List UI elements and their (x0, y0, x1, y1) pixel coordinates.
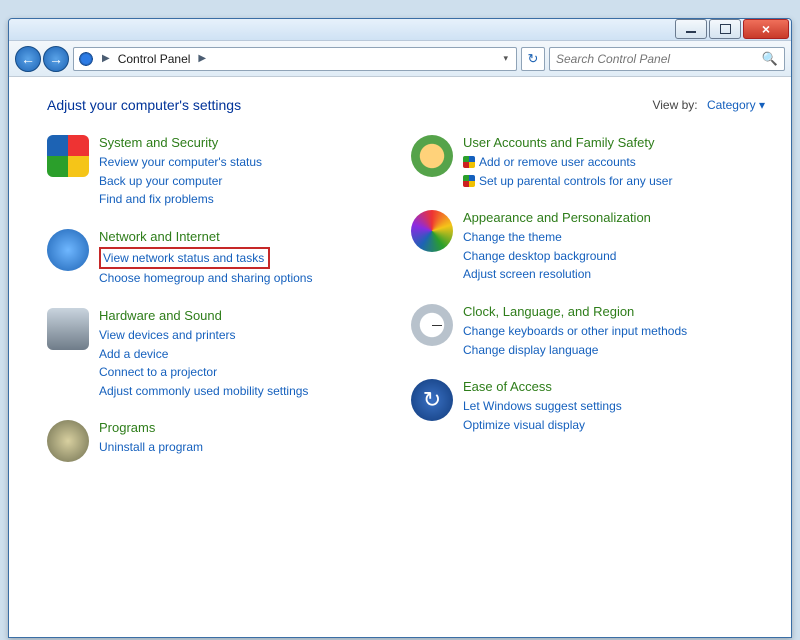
category-clock-language-and-region: Clock, Language, and Region Change keyboa… (411, 304, 765, 359)
close-button[interactable] (743, 19, 789, 39)
address-dropdown[interactable]: ▾ (499, 53, 512, 64)
category-title-hardware-and-sound[interactable]: Hardware and Sound (99, 308, 308, 323)
category-network-and-internet: Network and Internet View network status … (47, 229, 401, 288)
back-button[interactable]: ← (15, 46, 41, 72)
chevron-right-icon[interactable]: ▶ (194, 53, 210, 64)
category-hardware-and-sound: Hardware and Sound View devices and print… (47, 308, 401, 400)
link-adjust-screen-resolution[interactable]: Adjust screen resolution (463, 265, 651, 284)
category-title-appearance-and-personalization[interactable]: Appearance and Personalization (463, 210, 651, 225)
link-view-network-status-and-tasks[interactable]: View network status and tasks (103, 249, 264, 268)
control-panel-window: ← → ▶ Control Panel ▶ ▾ ↻ 🔍 Adjust your … (8, 18, 792, 638)
ease-of-access-icon (411, 379, 453, 421)
link-choose-homegroup-and-sharing-options[interactable]: Choose homegroup and sharing options (99, 269, 312, 288)
breadcrumb[interactable]: Control Panel (118, 52, 191, 66)
search-input[interactable] (556, 52, 762, 66)
system-and-security-icon (47, 135, 89, 177)
maximize-button[interactable] (709, 19, 741, 39)
category-column-right: User Accounts and Family Safety Add or re… (411, 135, 765, 462)
user-accounts-and-family-safety-icon (411, 135, 453, 177)
link-change-desktop-background[interactable]: Change desktop background (463, 247, 651, 266)
address-bar[interactable]: ▶ Control Panel ▶ ▾ (73, 47, 517, 71)
category-system-and-security: System and Security Review your computer'… (47, 135, 401, 209)
content-area: Adjust your computer's settings View by:… (9, 77, 791, 637)
category-title-ease-of-access[interactable]: Ease of Access (463, 379, 622, 394)
view-by-label: View by: (652, 98, 697, 112)
page-title: Adjust your computer's settings (47, 97, 241, 113)
category-user-accounts-and-family-safety: User Accounts and Family Safety Add or re… (411, 135, 765, 190)
link-find-and-fix-problems[interactable]: Find and fix problems (99, 190, 262, 209)
link-change-keyboards-or-other-input-methods[interactable]: Change keyboards or other input methods (463, 322, 687, 341)
forward-button[interactable]: → (43, 46, 69, 72)
titlebar (9, 19, 791, 41)
clock-language-and-region-icon (411, 304, 453, 346)
programs-icon (47, 420, 89, 462)
view-by-dropdown[interactable]: Category ▾ (707, 98, 765, 112)
link-optimize-visual-display[interactable]: Optimize visual display (463, 416, 622, 435)
control-panel-icon (78, 51, 94, 67)
link-add-or-remove-user-accounts[interactable]: Add or remove user accounts (463, 153, 672, 172)
category-programs: Programs Uninstall a program (47, 420, 401, 462)
category-ease-of-access: Ease of Access Let Windows suggest settin… (411, 379, 765, 434)
link-view-devices-and-printers[interactable]: View devices and printers (99, 326, 308, 345)
view-by: View by: Category ▾ (652, 98, 765, 112)
category-column-left: System and Security Review your computer'… (47, 135, 401, 462)
link-back-up-your-computer[interactable]: Back up your computer (99, 172, 262, 191)
search-box[interactable]: 🔍 (549, 47, 785, 71)
category-appearance-and-personalization: Appearance and Personalization Change the… (411, 210, 765, 284)
link-add-a-device[interactable]: Add a device (99, 345, 308, 364)
navbar: ← → ▶ Control Panel ▶ ▾ ↻ 🔍 (9, 41, 791, 77)
minimize-button[interactable] (675, 19, 707, 39)
chevron-right-icon[interactable]: ▶ (98, 53, 114, 64)
link-set-up-parental-controls-for-any-user[interactable]: Set up parental controls for any user (463, 172, 672, 191)
category-title-network-and-internet[interactable]: Network and Internet (99, 229, 312, 244)
appearance-and-personalization-icon (411, 210, 453, 252)
link-change-display-language[interactable]: Change display language (463, 341, 687, 360)
category-title-user-accounts-and-family-safety[interactable]: User Accounts and Family Safety (463, 135, 672, 150)
link-let-windows-suggest-settings[interactable]: Let Windows suggest settings (463, 397, 622, 416)
hardware-and-sound-icon (47, 308, 89, 350)
search-icon[interactable]: 🔍 (762, 51, 778, 67)
link-uninstall-a-program[interactable]: Uninstall a program (99, 438, 203, 457)
network-and-internet-icon (47, 229, 89, 271)
link-change-the-theme[interactable]: Change the theme (463, 228, 651, 247)
category-title-programs[interactable]: Programs (99, 420, 203, 435)
link-adjust-commonly-used-mobility-settings[interactable]: Adjust commonly used mobility settings (99, 382, 308, 401)
category-title-system-and-security[interactable]: System and Security (99, 135, 262, 150)
highlighted-link: View network status and tasks (99, 247, 270, 270)
link-review-your-computer-s-status[interactable]: Review your computer's status (99, 153, 262, 172)
category-title-clock-language-and-region[interactable]: Clock, Language, and Region (463, 304, 687, 319)
link-connect-to-a-projector[interactable]: Connect to a projector (99, 363, 308, 382)
refresh-button[interactable]: ↻ (521, 47, 545, 71)
